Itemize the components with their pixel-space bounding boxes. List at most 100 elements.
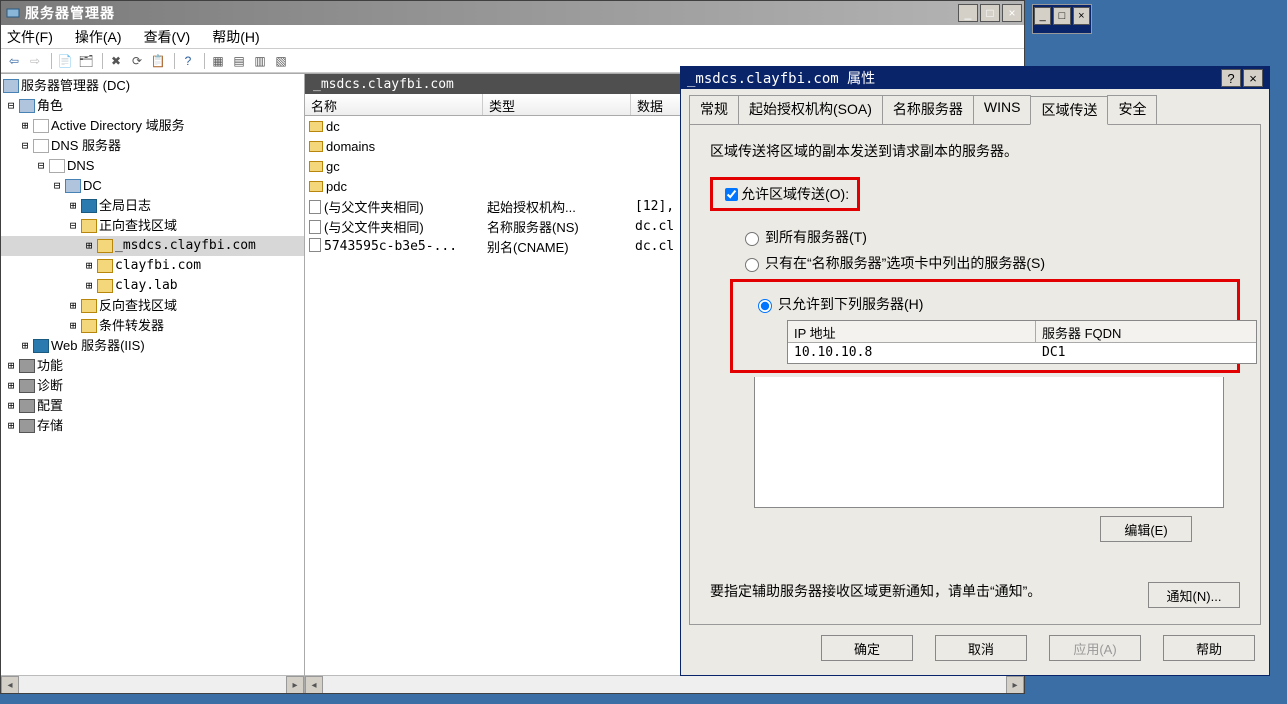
menu-help[interactable]: 帮助(H) [212, 27, 259, 47]
tree-label: 反向查找区域 [99, 296, 177, 316]
close-button[interactable]: × [1002, 4, 1022, 22]
tree-iis[interactable]: ⊞ Web 服务器(IIS) [1, 336, 304, 356]
tree-config[interactable]: ⊞ 配置 [1, 396, 304, 416]
cell: (与父文件夹相同) [324, 220, 424, 235]
cell: gc [326, 159, 340, 174]
minimize-icon[interactable]: _ [1034, 7, 1051, 25]
menu-action[interactable]: 操作(A) [75, 27, 122, 47]
help-icon[interactable]: ? [179, 52, 197, 70]
tree-root[interactable]: 服务器管理器 (DC) [1, 76, 304, 96]
tree-ad[interactable]: ⊞ Active Directory 域服务 [1, 116, 304, 136]
cell-ip: 10.10.10.8 [788, 343, 1036, 363]
dialog-buttons: 确定 取消 应用(A) 帮助 [681, 625, 1269, 675]
scroll-left-icon[interactable]: ◂ [1, 676, 19, 693]
refresh-icon[interactable]: ⟳ [128, 52, 146, 70]
tree-zone-claylab[interactable]: ⊞ clay.lab [1, 276, 304, 296]
tree-dns-server[interactable]: ⊟ DNS 服务器 [1, 136, 304, 156]
app-icon [5, 5, 21, 21]
scroll-right-icon[interactable]: ▸ [1006, 676, 1024, 693]
scroll-right-icon[interactable]: ▸ [286, 676, 304, 693]
cell-fqdn: DC1 [1036, 343, 1256, 363]
maximize-button[interactable]: □ [980, 4, 1000, 22]
tree-zone-msdcs[interactable]: ⊞ _msdcs.clayfbi.com [1, 236, 304, 256]
tree-zone-clayfbi[interactable]: ⊞ clayfbi.com [1, 256, 304, 276]
background-window: _ □ × [1032, 4, 1092, 34]
cell: dc [326, 119, 340, 134]
close-button[interactable]: × [1243, 69, 1263, 87]
window-title: 服务器管理器 [25, 3, 958, 23]
radio-all-servers[interactable] [745, 232, 759, 246]
tree-label: _msdcs.clayfbi.com [115, 236, 256, 256]
tree-diag[interactable]: ⊞ 诊断 [1, 376, 304, 396]
table-row[interactable]: 10.10.10.8 DC1 [788, 343, 1256, 363]
tree-cond-fwd[interactable]: ⊞ 条件转发器 [1, 316, 304, 336]
tree-label: DNS [67, 156, 94, 176]
close-icon[interactable]: × [1073, 7, 1090, 25]
tree-rev-zone[interactable]: ⊞ 反向查找区域 [1, 296, 304, 316]
zone-icon [97, 239, 113, 253]
menu-file[interactable]: 文件(F) [7, 27, 53, 47]
file-icon [309, 238, 321, 252]
tree-roles[interactable]: ⊟ 角色 [1, 96, 304, 116]
zone-icon [97, 259, 113, 273]
up-icon[interactable]: 📄 [56, 52, 74, 70]
tab-zone-transfer[interactable]: 区域传送 [1030, 96, 1108, 125]
radio-only-listed-servers[interactable] [758, 299, 772, 313]
menu-view[interactable]: 查看(V) [144, 27, 191, 47]
col-fqdn[interactable]: 服务器 FQDN [1036, 321, 1256, 342]
col-name[interactable]: 名称 [305, 94, 483, 115]
tab-page-zone-transfer: 区域传送将区域的副本发送到请求副本的服务器。 允许区域传送(O): 到所有服务器… [689, 124, 1261, 625]
apply-button[interactable]: 应用(A) [1049, 635, 1141, 661]
tab-general[interactable]: 常规 [689, 95, 739, 124]
tab-ns[interactable]: 名称服务器 [882, 95, 974, 124]
folder-icon[interactable]: 🗂 [77, 52, 95, 70]
delete-icon[interactable]: ✖ [107, 52, 125, 70]
col-ip[interactable]: IP 地址 [788, 321, 1036, 342]
radio-ns-tab-servers[interactable] [745, 258, 759, 272]
tb-icon-2[interactable]: ▤ [230, 52, 248, 70]
cell: (与父文件夹相同) [324, 200, 424, 215]
list-title-zone: _msdcs.clayfbi.com [313, 77, 454, 92]
tree-global-log[interactable]: ⊞ 全局日志 [1, 196, 304, 216]
ok-button[interactable]: 确定 [821, 635, 913, 661]
radio-row-all[interactable]: 到所有服务器(T) [740, 227, 1240, 247]
tree-dc[interactable]: ⊟ DC [1, 176, 304, 196]
allow-label: 允许区域传送(O): [741, 184, 849, 204]
tab-wins[interactable]: WINS [973, 95, 1032, 124]
help-button[interactable]: 帮助 [1163, 635, 1255, 661]
tree-dns[interactable]: ⊟ DNS [1, 156, 304, 176]
radio-row-list[interactable]: 只允许到下列服务器(H) [753, 294, 1227, 314]
back-icon[interactable]: ⇦ [5, 52, 23, 70]
radio-row-ns[interactable]: 只有在“名称服务器”选项卡中列出的服务器(S) [740, 253, 1240, 273]
tree-label: DC [83, 176, 102, 196]
ad-icon [33, 119, 49, 133]
tb-icon-3[interactable]: ▥ [251, 52, 269, 70]
tree-label: Web 服务器(IIS) [51, 336, 145, 356]
edit-button[interactable]: 编辑(E) [1100, 516, 1192, 542]
tree-fwd-zone[interactable]: ⊟ 正向查找区域 [1, 216, 304, 236]
tree-label: Active Directory 域服务 [51, 116, 185, 136]
cancel-button[interactable]: 取消 [935, 635, 1027, 661]
tb-icon-1[interactable]: ▦ [209, 52, 227, 70]
tree-label: 功能 [37, 356, 63, 376]
scroll-left-icon[interactable]: ◂ [305, 676, 323, 693]
tree-storage[interactable]: ⊞ 存储 [1, 416, 304, 436]
col-type[interactable]: 类型 [483, 94, 631, 115]
maximize-icon[interactable]: □ [1053, 7, 1070, 25]
list-hscroll[interactable]: ◂ ▸ [305, 675, 1024, 693]
tab-soa[interactable]: 起始授权机构(SOA) [738, 95, 883, 124]
tab-security[interactable]: 安全 [1107, 95, 1157, 124]
tree-hscroll[interactable]: ◂ ▸ [1, 675, 304, 693]
radio-label: 到所有服务器(T) [765, 227, 867, 247]
folder-icon [309, 181, 323, 192]
tb-icon-4[interactable]: ▧ [272, 52, 290, 70]
notify-button[interactable]: 通知(N)... [1148, 582, 1240, 608]
folder-icon [309, 121, 323, 132]
forward-icon[interactable]: ⇨ [26, 52, 44, 70]
minimize-button[interactable]: _ [958, 4, 978, 22]
help-button[interactable]: ? [1221, 69, 1241, 87]
tree-features[interactable]: ⊞ 功能 [1, 356, 304, 376]
export-icon[interactable]: 📋 [149, 52, 167, 70]
allow-zone-transfer-checkbox[interactable] [725, 188, 738, 201]
globe-icon [81, 199, 97, 213]
